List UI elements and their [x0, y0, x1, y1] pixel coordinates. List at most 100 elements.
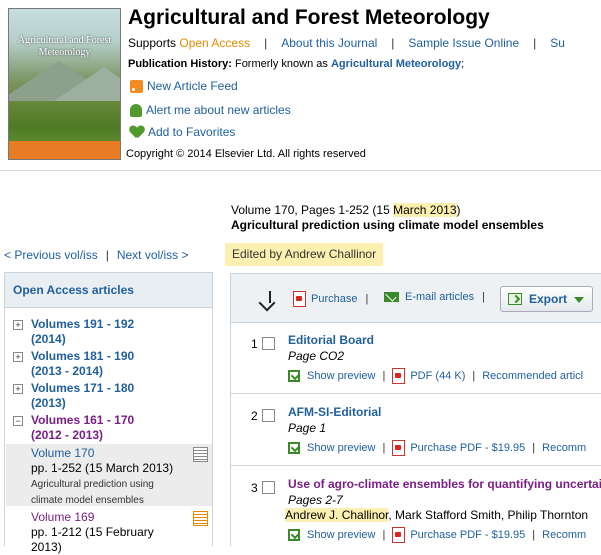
- pub-history-label: Publication History:: [128, 58, 232, 70]
- article-divider: [231, 465, 601, 466]
- volume-years: (2014): [31, 332, 66, 346]
- volume-range[interactable]: Volumes 181 - 190: [31, 349, 134, 363]
- recommended-articles-link[interactable]: Recomm: [542, 529, 586, 541]
- new-article-feed-row[interactable]: New Article Feed: [130, 79, 238, 94]
- new-article-feed-link[interactable]: New Article Feed: [147, 79, 238, 93]
- issue-title: Agricultural prediction using climate mo…: [231, 218, 544, 232]
- article-title-link[interactable]: AFM-SI-Editorial: [288, 405, 381, 419]
- add-favorites-link[interactable]: Add to Favorites: [148, 125, 235, 139]
- volume-range[interactable]: Volumes 191 - 192: [31, 317, 134, 331]
- volume-years: (2013): [31, 396, 66, 410]
- article-authors: Andrew J. Challinor, Mark Stafford Smith…: [285, 508, 588, 522]
- other-authors: , Mark Stafford Smith, Philip Thornton: [388, 508, 589, 522]
- cover-title: Agricultural and Forest Meteorology: [17, 35, 112, 58]
- expand-toggle-icon[interactable]: +: [13, 352, 23, 362]
- supports-label: Supports: [128, 36, 177, 50]
- recommended-articles-link[interactable]: Recommended articl: [482, 370, 583, 382]
- favorites-row[interactable]: Add to Favorites: [130, 125, 235, 139]
- email-action[interactable]: E-mail articles |: [384, 291, 485, 303]
- article-number: 2: [251, 409, 258, 423]
- volume-group-label[interactable]: Volumes 181 - 190 (2013 - 2014): [31, 349, 134, 379]
- recommended-articles-link[interactable]: Recomm: [542, 442, 586, 454]
- open-access-articles-box[interactable]: Open Access articles: [4, 272, 213, 308]
- issue-toc-icon[interactable]: [193, 511, 208, 526]
- article-list: 1 Editorial Board Page CO2 Show preview |…: [230, 323, 601, 546]
- show-preview-link[interactable]: Show preview: [307, 442, 375, 454]
- chevron-down-icon[interactable]: [574, 297, 584, 303]
- article-pages: Page 1: [288, 421, 327, 435]
- volume-range[interactable]: Volumes 161 - 170: [31, 413, 134, 427]
- export-icon: [508, 293, 522, 305]
- select-arrow-icon-head: [258, 294, 276, 312]
- show-preview-link[interactable]: Show preview: [307, 529, 375, 541]
- alert-row[interactable]: Alert me about new articles: [130, 103, 291, 118]
- pdf-icon: [392, 440, 406, 456]
- former-title-link[interactable]: Agricultural Meteorology: [331, 58, 461, 70]
- purchase-action[interactable]: Purchase |: [293, 291, 368, 307]
- pub-history-suffix: ;: [461, 58, 465, 70]
- volume-date: March 2013: [393, 203, 457, 217]
- article-checkbox[interactable]: [262, 409, 275, 422]
- alert-icon: [130, 104, 142, 118]
- export-button[interactable]: Export: [500, 286, 593, 312]
- article-checkbox[interactable]: [262, 481, 275, 494]
- pub-history-text: Formerly known as: [234, 58, 328, 70]
- article-actions: Show preview | PDF (44 K) | Recommended arti…: [288, 368, 583, 384]
- article-pages: Pages 2-7: [288, 493, 343, 507]
- email-icon: [384, 292, 399, 303]
- pdf-icon: [392, 527, 406, 543]
- article-title-link[interactable]: Use of agro-climate ensembles for quanti…: [288, 477, 601, 491]
- export-label[interactable]: Export: [529, 292, 567, 306]
- sample-issue-link[interactable]: Sample Issue Online: [408, 36, 519, 50]
- issue-pages: pp. 1-212 (15 February: [31, 525, 154, 539]
- article-number: 1: [251, 337, 258, 351]
- heart-icon: [130, 126, 144, 139]
- submit-link[interactable]: Su: [550, 36, 565, 50]
- alert-link[interactable]: Alert me about new articles: [146, 103, 291, 117]
- issue-pager: < Previous vol/iss | Next vol/iss >: [4, 248, 189, 262]
- collapse-toggle-icon[interactable]: −: [13, 416, 23, 426]
- article-title-link[interactable]: Editorial Board: [288, 333, 374, 347]
- volume-suffix: ): [456, 203, 461, 217]
- open-access-link[interactable]: Open Access: [179, 36, 250, 50]
- previous-issue-link[interactable]: < Previous vol/iss: [4, 248, 98, 262]
- next-issue-link[interactable]: Next vol/iss >: [117, 248, 189, 262]
- article-actions: Show preview | Purchase PDF - $19.95 | Recom…: [288, 527, 586, 543]
- expand-toggle-icon[interactable]: +: [13, 384, 23, 394]
- article-divider: [231, 393, 601, 394]
- journal-title: Agricultural and Forest Meteorology: [128, 6, 490, 29]
- volume-group-label[interactable]: Volumes 171 - 180 (2013): [31, 381, 134, 411]
- show-preview-link[interactable]: Show preview: [307, 370, 375, 382]
- article-toolbar: Purchase | E-mail articles | Export: [230, 273, 601, 323]
- show-preview-icon: [288, 442, 300, 454]
- purchase-link[interactable]: Purchase: [311, 293, 357, 305]
- about-journal-link[interactable]: About this Journal: [281, 36, 377, 50]
- publication-history: Publication History: Formerly known as A…: [128, 58, 464, 70]
- volume-prefix: Volume 170, Pages 1-252 (15: [231, 203, 394, 217]
- journal-cover-image[interactable]: Agricultural and Forest Meteorology: [8, 8, 121, 160]
- pdf-link[interactable]: PDF (44 K): [410, 370, 465, 382]
- show-preview-icon: [288, 529, 300, 541]
- issue-item[interactable]: Volume 169 pp. 1-212 (15 February 2013): [31, 510, 154, 555]
- open-access-articles-link[interactable]: Open Access articles: [13, 283, 134, 297]
- issue-name[interactable]: Volume 170: [31, 446, 94, 460]
- volume-group-label[interactable]: Volumes 161 - 170 (2012 - 2013): [31, 413, 134, 443]
- issue-item-current[interactable]: Volume 170 pp. 1-252 (15 March 2013) Agr…: [31, 446, 173, 508]
- volume-years: (2013 - 2014): [31, 364, 104, 378]
- header-divider: [0, 170, 601, 171]
- volume-range[interactable]: Volumes 171 - 180: [31, 381, 134, 395]
- expand-toggle-icon[interactable]: +: [13, 320, 23, 330]
- show-preview-icon: [288, 370, 300, 382]
- issue-name[interactable]: Volume 169: [31, 510, 94, 524]
- volume-group-label[interactable]: Volumes 191 - 192 (2014): [31, 317, 134, 347]
- journal-nav: Supports Open Access | About this Journal |…: [128, 36, 565, 50]
- article-checkbox[interactable]: [262, 337, 275, 350]
- highlighted-author: Andrew J. Challinor: [285, 508, 389, 522]
- pdf-icon: [293, 291, 306, 307]
- purchase-pdf-link[interactable]: Purchase PDF - $19.95: [410, 442, 525, 454]
- email-articles-link[interactable]: E-mail articles: [405, 291, 474, 303]
- purchase-pdf-link[interactable]: Purchase PDF - $19.95: [410, 529, 525, 541]
- article-pages: Page CO2: [288, 349, 345, 363]
- issue-toc-icon[interactable]: [193, 447, 208, 462]
- pdf-icon: [392, 368, 406, 384]
